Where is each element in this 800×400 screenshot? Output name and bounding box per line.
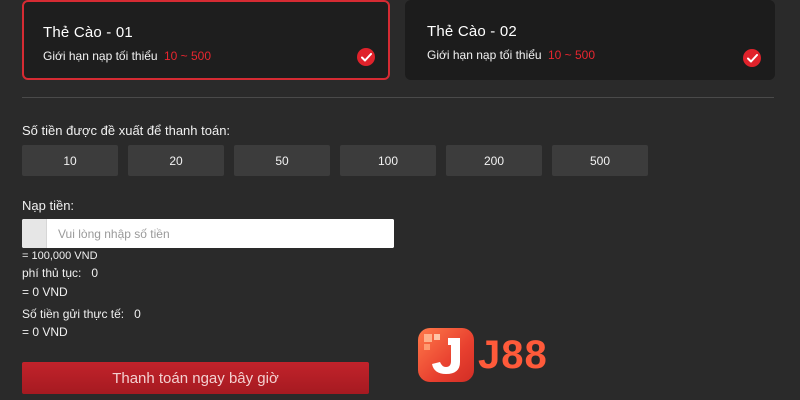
card-limit-range: 10 ~ 500	[547, 48, 595, 62]
suggested-amounts: 10 20 50 100 200 500	[22, 145, 648, 176]
amount-button-200[interactable]: 200	[446, 145, 542, 176]
card-title: Thẻ Cào - 02	[427, 23, 517, 40]
card-option-01[interactable]: Thẻ Cào - 01 Giới hạn nạp tối thiểu 10 ~…	[22, 0, 390, 80]
card-title: Thẻ Cào - 01	[43, 24, 133, 41]
fee-value: 0	[91, 266, 99, 280]
check-icon	[743, 49, 761, 67]
fee-label: phí thủ tục:	[22, 266, 82, 280]
card-limit: Giới hạn nạp tối thiểu 10 ~ 500	[43, 49, 211, 63]
actual-amount-label: Số tiền gửi thực tế:	[22, 307, 125, 321]
amount-button-50[interactable]: 50	[234, 145, 330, 176]
card-option-02[interactable]: Thẻ Cào - 02 Giới hạn nạp tối thiểu 10 ~…	[405, 0, 775, 80]
card-limit-label: Giới hạn nạp tối thiểu	[427, 48, 542, 62]
amount-button-10[interactable]: 10	[22, 145, 118, 176]
actual-amount-row: Số tiền gửi thực tế: 0	[22, 307, 141, 321]
logo-mark-icon	[418, 328, 474, 382]
amount-button-20[interactable]: 20	[128, 145, 224, 176]
amount-button-500[interactable]: 500	[552, 145, 648, 176]
input-prefix	[22, 219, 47, 248]
check-icon	[357, 48, 375, 66]
pay-now-button[interactable]: Thanh toán ngay bây giờ	[22, 362, 369, 394]
logo-text: J88	[478, 332, 548, 377]
card-limit-range: 10 ~ 500	[163, 49, 211, 63]
divider	[22, 97, 774, 98]
actual-amount-vnd: = 0 VND	[22, 325, 68, 339]
suggested-amount-label: Số tiền được đề xuất để thanh toán:	[22, 123, 231, 138]
j88-logo: J88	[418, 328, 583, 382]
actual-amount-value: 0	[134, 307, 141, 321]
card-limit-label: Giới hạn nạp tối thiểu	[43, 49, 158, 63]
amount-button-100[interactable]: 100	[340, 145, 436, 176]
exchange-rate-text: = 100,000 VND	[22, 250, 98, 262]
card-limit: Giới hạn nạp tối thiểu 10 ~ 500	[427, 48, 595, 62]
deposit-input-wrapper	[22, 219, 394, 248]
deposit-page: Thẻ Cào - 01 Giới hạn nạp tối thiểu 10 ~…	[0, 0, 800, 400]
deposit-label: Nạp tiền:	[22, 198, 75, 213]
deposit-amount-input[interactable]	[47, 219, 394, 248]
fee-row: phí thủ tục: 0	[22, 266, 98, 280]
fee-vnd: = 0 VND	[22, 285, 68, 299]
